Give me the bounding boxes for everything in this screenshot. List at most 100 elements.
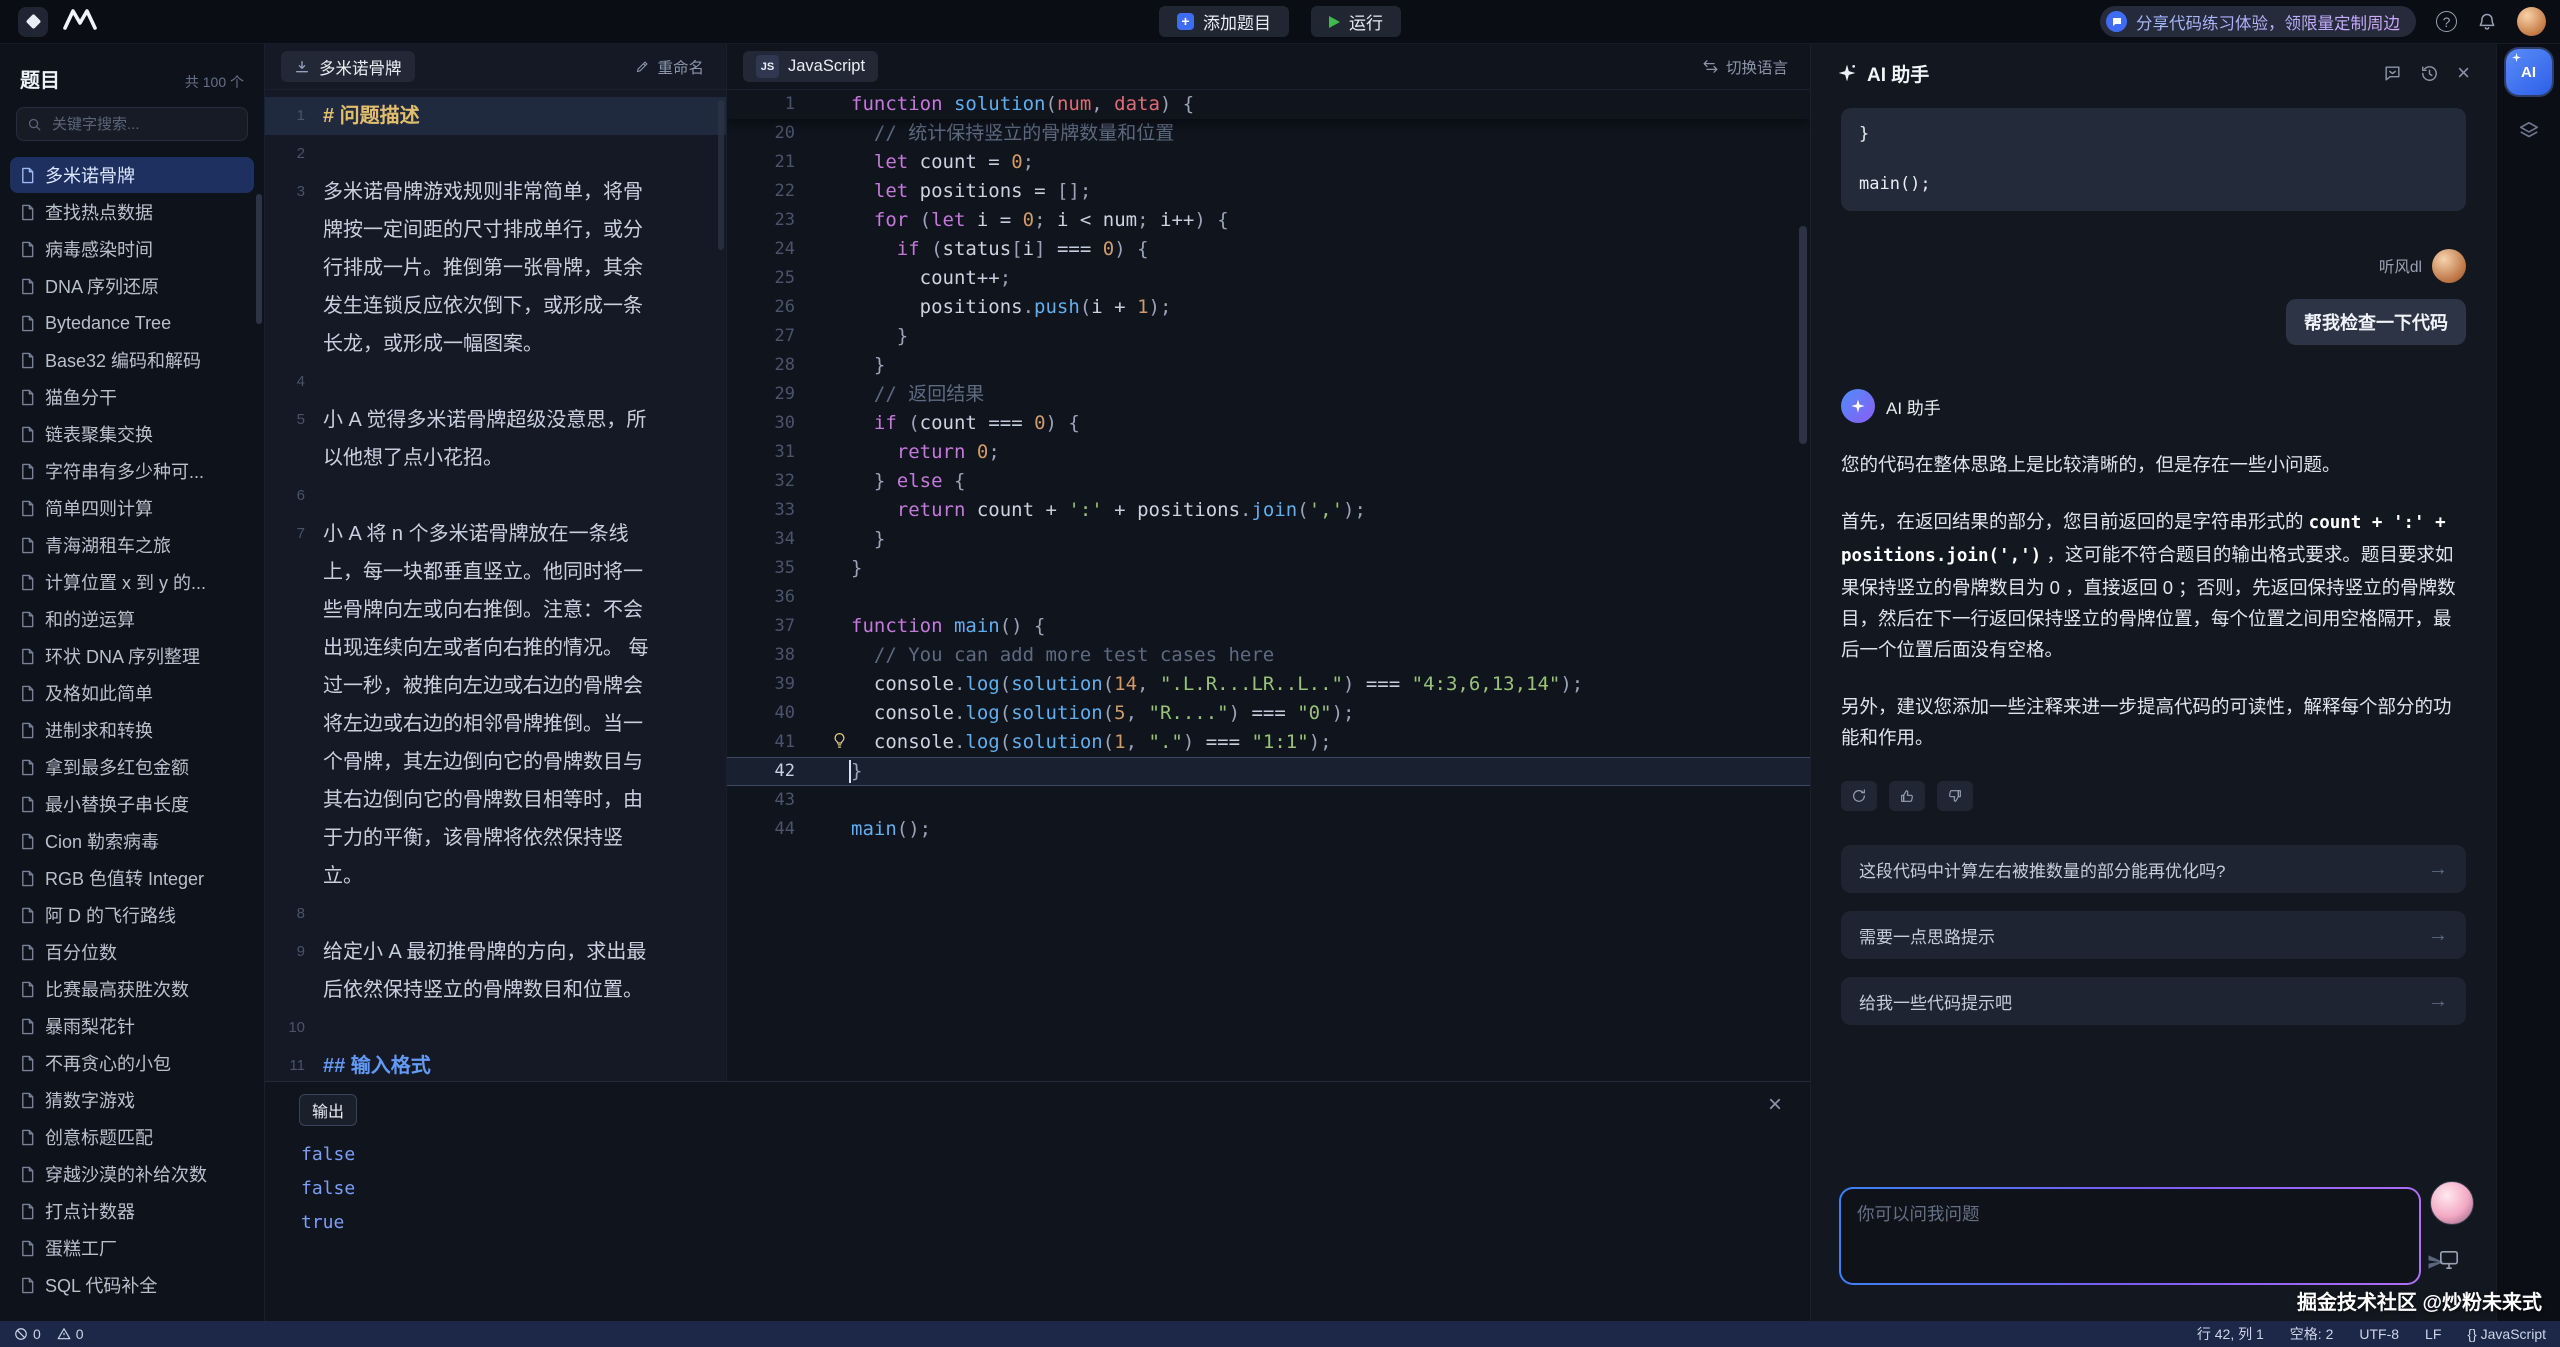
code-line[interactable]: 42} [727, 757, 1810, 786]
language-chip[interactable]: JS JavaScript [743, 51, 878, 82]
close-panel-icon[interactable]: × [2457, 62, 2470, 84]
sidebar-item[interactable]: 阿 D 的飞行路线 [10, 897, 254, 933]
suggestion-chip[interactable]: 给我一些代码提示吧→ [1841, 977, 2466, 1025]
sidebar-item[interactable]: Base32 编码和解码 [10, 342, 254, 378]
sidebar-item[interactable]: 病毒感染时间 [10, 231, 254, 267]
sidebar-item[interactable]: 环状 DNA 序列整理 [10, 638, 254, 674]
code-line[interactable]: 28 } [727, 351, 1810, 380]
screen-tool-icon[interactable] [2432, 1249, 2466, 1271]
regenerate-icon[interactable] [1841, 781, 1877, 811]
code-line[interactable]: 43 [727, 786, 1810, 815]
sidebar-item[interactable]: 蛋糕工厂 [10, 1230, 254, 1266]
sidebar-item[interactable]: 简单四则计算 [10, 490, 254, 526]
lightbulb-icon[interactable] [832, 731, 847, 750]
sidebar-item[interactable]: 及格如此简单 [10, 675, 254, 711]
code-line[interactable]: 31 return 0; [727, 438, 1810, 467]
history-icon[interactable] [2420, 64, 2439, 83]
app-logo[interactable] [18, 7, 48, 37]
help-icon[interactable]: ? [2436, 11, 2457, 32]
notification-bell-icon[interactable] [2477, 12, 2497, 32]
code-line[interactable]: 39 console.log(solution(14, ".L.R...LR..… [727, 670, 1810, 699]
code-line[interactable]: 44main(); [727, 815, 1810, 844]
sidebar-item[interactable]: 和的逆运算 [10, 601, 254, 637]
switch-language-button[interactable]: 切换语言 [1696, 55, 1794, 79]
sidebar-item[interactable]: 比赛最高获胜次数 [10, 971, 254, 1007]
code-line[interactable]: 23 for (let i = 0; i < num; i++) { [727, 206, 1810, 235]
sidebar-item[interactable]: 链表聚集交换 [10, 416, 254, 452]
open-chat-icon[interactable] [2383, 64, 2402, 83]
errors-indicator[interactable]: 0 [14, 1326, 41, 1342]
user-avatar[interactable] [2517, 7, 2546, 36]
sidebar-item[interactable]: 创意标题匹配 [10, 1119, 254, 1155]
sidebar-item[interactable]: 猜数字游戏 [10, 1082, 254, 1118]
suggestion-chip[interactable]: 需要一点思路提示→ [1841, 911, 2466, 959]
search-input[interactable] [50, 115, 237, 134]
sidebar-item[interactable]: 百分位数 [10, 934, 254, 970]
code-line[interactable]: 25 count++; [727, 264, 1810, 293]
editor-scrollbar[interactable] [1799, 226, 1807, 444]
code-line[interactable]: 37function main() { [727, 612, 1810, 641]
ai-input[interactable] [1841, 1189, 2419, 1283]
language-mode[interactable]: {} JavaScript [2467, 1326, 2546, 1342]
widgets-icon[interactable] [2512, 119, 2546, 143]
run-button[interactable]: 运行 [1311, 6, 1401, 37]
ai-chat-scroll[interactable]: }main(); 听风dl 帮我检查一下代码 AI 助手 您的代码在整体思路上是… [1811, 102, 2496, 1163]
cursor-position[interactable]: 行 42, 列 1 [2197, 1324, 2264, 1344]
sidebar-item[interactable]: 最小替换子串长度 [10, 786, 254, 822]
code-line[interactable]: 21 let count = 0; [727, 148, 1810, 177]
sidebar-item[interactable]: 暴雨梨花针 [10, 1008, 254, 1044]
sidebar-item[interactable]: 拿到最多红包金额 [10, 749, 254, 785]
code-line[interactable]: 34 } [727, 525, 1810, 554]
sidebar-scrollbar[interactable] [256, 194, 262, 324]
indent-setting[interactable]: 空格: 2 [2290, 1324, 2334, 1344]
code-line[interactable]: 20 // 统计保持竖立的骨牌数量和位置 [727, 119, 1810, 148]
sidebar-item[interactable]: 打点计数器 [10, 1193, 254, 1229]
sidebar-item[interactable]: 查找热点数据 [10, 194, 254, 230]
thumbs-up-icon[interactable] [1889, 781, 1925, 811]
sidebar-item[interactable]: 字符串有多少种可... [10, 453, 254, 489]
code-line[interactable]: 33 return count + ':' + positions.join('… [727, 496, 1810, 525]
assistant-floating-avatar[interactable] [2430, 1181, 2474, 1225]
sidebar-item[interactable]: 进制求和转换 [10, 712, 254, 748]
output-tab[interactable]: 输出 [299, 1094, 357, 1126]
code-line[interactable]: 32 } else { [727, 467, 1810, 496]
output-close-icon[interactable]: × [1762, 1090, 1788, 1120]
problem-title-chip[interactable]: 多米诺骨牌 [281, 51, 415, 82]
code-line[interactable]: 30 if (count === 0) { [727, 409, 1810, 438]
sidebar-item[interactable]: 猫鱼分干 [10, 379, 254, 415]
sidebar-item[interactable]: 多米诺骨牌 [10, 157, 254, 193]
code-editor[interactable]: 1function solution(num, data) { 20 // 统计… [727, 90, 1810, 1081]
suggestion-chip[interactable]: 这段代码中计算左右被推数量的部分能再优化吗?→ [1841, 845, 2466, 893]
sidebar-item[interactable]: SQL 代码补全 [10, 1267, 254, 1303]
code-line[interactable]: 38 // You can add more test cases here [727, 641, 1810, 670]
code-line[interactable]: 36 [727, 583, 1810, 612]
marscode-logo-icon[interactable] [62, 6, 98, 37]
sidebar-item[interactable]: DNA 序列还原 [10, 268, 254, 304]
rename-button[interactable]: 重命名 [629, 55, 710, 79]
description-scrollbar[interactable] [718, 100, 724, 250]
code-line[interactable]: 40 console.log(solution(5, "R....") === … [727, 699, 1810, 728]
sidebar-item[interactable]: Bytedance Tree [10, 305, 254, 341]
code-line[interactable]: 29 // 返回结果 [727, 380, 1810, 409]
sidebar-item[interactable]: Cion 勒索病毒 [10, 823, 254, 859]
promo-banner[interactable]: 分享代码练习体验，领限量定制周边 [2100, 6, 2416, 37]
eol-setting[interactable]: LF [2425, 1326, 2441, 1342]
code-line[interactable]: 24 if (status[i] === 0) { [727, 235, 1810, 264]
sidebar-item[interactable]: 不再贪心的小包 [10, 1045, 254, 1081]
search-box[interactable] [16, 107, 248, 141]
code-line[interactable]: 26 positions.push(i + 1); [727, 293, 1810, 322]
ai-input-box[interactable] [1839, 1187, 2421, 1285]
warnings-indicator[interactable]: 0 [57, 1326, 84, 1342]
code-line[interactable]: 1function solution(num, data) { [727, 90, 1810, 119]
sidebar-item[interactable]: 计算位置 x 到 y 的... [10, 564, 254, 600]
sidebar-item[interactable]: RGB 色值转 Integer [10, 860, 254, 896]
ai-rail-button[interactable]: AI [2506, 49, 2552, 95]
sticky-scroll-line[interactable]: 1function solution(num, data) { [727, 90, 1810, 119]
sidebar-item[interactable]: 青海湖租车之旅 [10, 527, 254, 563]
thumbs-down-icon[interactable] [1937, 781, 1973, 811]
code-line[interactable]: 41 console.log(solution(1, ".") === "1:1… [727, 728, 1810, 757]
code-line[interactable]: 35} [727, 554, 1810, 583]
code-line[interactable]: 27 } [727, 322, 1810, 351]
encoding[interactable]: UTF-8 [2359, 1326, 2399, 1342]
sidebar-item[interactable]: 穿越沙漠的补给次数 [10, 1156, 254, 1192]
